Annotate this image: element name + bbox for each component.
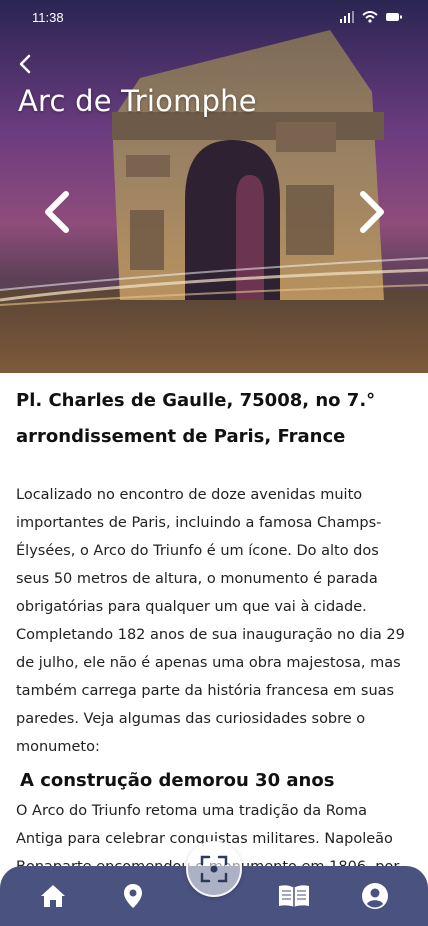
status-bar: 11:38	[0, 0, 428, 36]
chevron-left-icon	[45, 191, 69, 233]
address: Pl. Charles de Gaulle, 75008, no 7.° arr…	[16, 390, 376, 447]
intro-paragraph: Localizado no encontro de doze avenidas …	[16, 487, 405, 755]
chevron-left-icon	[19, 54, 31, 74]
status-icons	[340, 11, 402, 23]
nav-guide-button[interactable]	[278, 880, 310, 912]
scan-button[interactable]	[186, 841, 242, 897]
book-icon	[279, 885, 309, 907]
signal-icon	[340, 11, 354, 23]
chevron-right-icon	[360, 191, 384, 233]
nav-map-button[interactable]	[117, 880, 149, 912]
hero-image: 11:38 Arc de Triomphe	[0, 0, 428, 373]
carousel-previous-button[interactable]	[40, 190, 74, 234]
carousel-next-button[interactable]	[355, 190, 389, 234]
page-title: Arc de Triomphe	[18, 84, 257, 118]
status-time: 11:38	[32, 10, 64, 25]
wifi-icon	[362, 11, 378, 23]
nav-home-button[interactable]	[37, 880, 69, 912]
nav-profile-button[interactable]	[359, 880, 391, 912]
scan-icon	[200, 855, 228, 883]
location-pin-icon	[124, 884, 142, 908]
section-heading: A construção demorou 30 anos	[20, 770, 335, 791]
back-button[interactable]	[14, 52, 36, 76]
account-icon	[362, 883, 388, 909]
home-icon	[41, 885, 65, 907]
battery-icon	[386, 13, 402, 21]
arc-de-triomphe-photo	[0, 0, 428, 373]
article-content: Pl. Charles de Gaulle, 75008, no 7.° arr…	[16, 373, 416, 909]
